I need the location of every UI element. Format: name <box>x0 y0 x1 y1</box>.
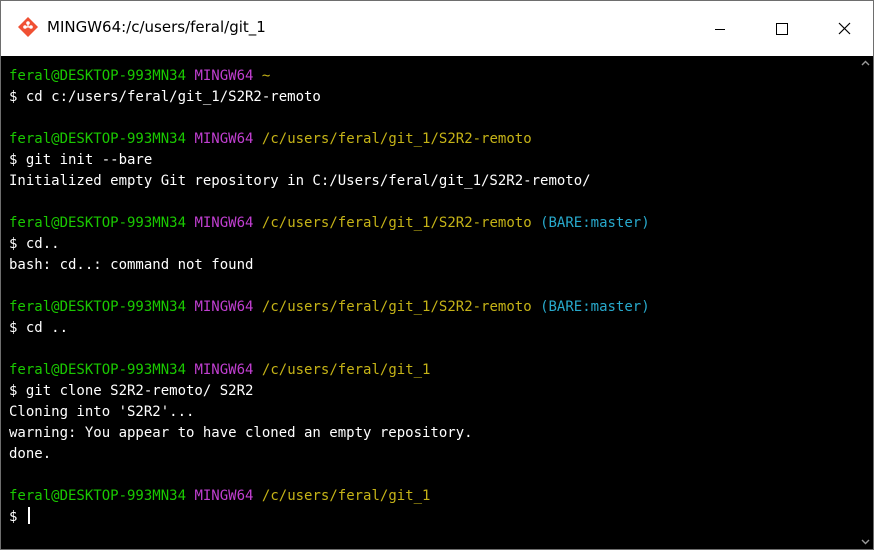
prompt-user-host: feral@DESKTOP-993MN34 <box>9 68 187 84</box>
scroll-up-arrow-icon[interactable] <box>858 56 873 71</box>
command-line: $ cd.. <box>9 234 858 255</box>
output-line: warning: You appear to have cloned an em… <box>9 425 473 441</box>
git-bash-icon <box>18 17 38 37</box>
command-line: $ git clone S2R2-remoto/ S2R2 <box>9 381 858 402</box>
prompt-line: feral@DESKTOP-993MN34 MINGW64 /c/users/f… <box>9 213 858 234</box>
prompt-environment: MINGW64 <box>194 131 254 147</box>
minimize-button[interactable] <box>689 1 751 56</box>
output-line: bash: cd..: command not found <box>9 257 254 273</box>
command-text: $ git init --bare <box>9 152 153 168</box>
prompt-user-host: feral@DESKTOP-993MN34 <box>9 362 187 378</box>
prompt-environment: MINGW64 <box>194 68 254 84</box>
prompt-line: feral@DESKTOP-993MN34 MINGW64 ~ <box>9 66 858 87</box>
prompt-branch: (BARE:master) <box>540 299 650 315</box>
command-text: $ cd .. <box>9 320 69 336</box>
prompt-path: /c/users/feral/git_1/S2R2-remoto <box>261 299 532 315</box>
command-text: $ <box>9 509 26 525</box>
prompt-path: /c/users/feral/git_1 <box>261 488 431 504</box>
command-line: $ <box>9 507 858 528</box>
terminal-window: MINGW64:/c/users/feral/git_1 feral@DESKT… <box>0 0 874 550</box>
prompt-path: /c/users/feral/git_1/S2R2-remoto <box>261 215 532 231</box>
prompt-environment: MINGW64 <box>194 215 254 231</box>
prompt-environment: MINGW64 <box>194 362 254 378</box>
prompt-environment: MINGW64 <box>194 488 254 504</box>
prompt-user-host: feral@DESKTOP-993MN34 <box>9 299 187 315</box>
maximize-button[interactable] <box>751 1 813 56</box>
command-text: $ git clone S2R2-remoto/ S2R2 <box>9 383 254 399</box>
prompt-path: /c/users/feral/git_1 <box>261 362 431 378</box>
output-line: Initialized empty Git repository in C:/U… <box>9 173 591 189</box>
close-icon <box>838 22 851 35</box>
title-bar[interactable]: MINGW64:/c/users/feral/git_1 <box>1 1 873 56</box>
command-text: $ cd.. <box>9 236 60 252</box>
minimize-icon <box>715 29 725 30</box>
prompt-environment: MINGW64 <box>194 299 254 315</box>
scroll-down-arrow-icon[interactable] <box>858 534 873 549</box>
prompt-user-host: feral@DESKTOP-993MN34 <box>9 488 187 504</box>
command-line: $ git init --bare <box>9 150 858 171</box>
output-line: done. <box>9 446 52 462</box>
close-button[interactable] <box>813 1 874 56</box>
prompt-line: feral@DESKTOP-993MN34 MINGW64 /c/users/f… <box>9 129 858 150</box>
prompt-line: feral@DESKTOP-993MN34 MINGW64 /c/users/f… <box>9 360 858 381</box>
vertical-scrollbar[interactable] <box>858 56 873 549</box>
output-line: Cloning into 'S2R2'... <box>9 404 195 420</box>
window-title: MINGW64:/c/users/feral/git_1 <box>47 18 266 36</box>
command-line: $ cd .. <box>9 318 858 339</box>
prompt-line: feral@DESKTOP-993MN34 MINGW64 /c/users/f… <box>9 297 858 318</box>
prompt-path: /c/users/feral/git_1/S2R2-remoto <box>261 131 532 147</box>
prompt-user-host: feral@DESKTOP-993MN34 <box>9 215 187 231</box>
prompt-path: ~ <box>261 68 271 84</box>
prompt-user-host: feral@DESKTOP-993MN34 <box>9 131 187 147</box>
text-cursor <box>27 507 30 524</box>
command-line: $ cd c:/users/feral/git_1/S2R2-remoto <box>9 87 858 108</box>
prompt-branch: (BARE:master) <box>540 215 650 231</box>
terminal-output[interactable]: feral@DESKTOP-993MN34 MINGW64 ~ $ cd c:/u… <box>1 56 858 549</box>
maximize-icon <box>776 23 788 35</box>
command-text: $ cd c:/users/feral/git_1/S2R2-remoto <box>9 89 321 105</box>
prompt-line: feral@DESKTOP-993MN34 MINGW64 /c/users/f… <box>9 486 858 507</box>
